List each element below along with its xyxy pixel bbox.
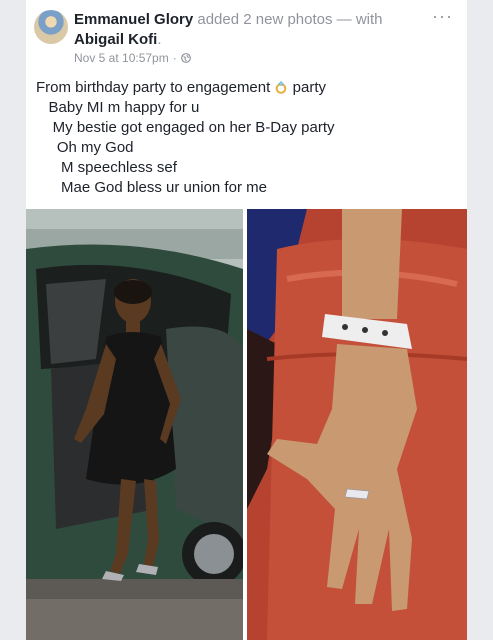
post-meta: Nov 5 at 10:57pm ·: [74, 51, 191, 65]
message-line-5: M speechless sef: [36, 159, 177, 176]
post-timestamp[interactable]: Nov 5 at 10:57pm: [74, 51, 169, 65]
more-options-icon[interactable]: ···: [432, 6, 453, 27]
photo-grid: [26, 209, 467, 640]
tagged-suffix: .: [157, 31, 162, 48]
message-line-2: Baby MI m happy for u: [36, 99, 200, 116]
author-avatar[interactable]: [34, 10, 68, 44]
photo-woman-car[interactable]: [26, 209, 243, 640]
photo-ring-hand[interactable]: [247, 209, 467, 640]
message-line-4: Oh my God: [36, 139, 134, 156]
post-headline: Emmanuel Glory added 2 new photos — with…: [74, 10, 434, 50]
message-line-1: From birthday party to engagement party: [36, 79, 326, 96]
globe-icon: [180, 53, 191, 63]
tagged-user-name[interactable]: Abigail Kofi: [74, 31, 157, 48]
meta-separator: ·: [172, 51, 177, 65]
post-message: From birthday party to engagement party …: [36, 78, 461, 198]
message-line-6: Mae God bless ur union for me: [36, 179, 267, 196]
author-name[interactable]: Emmanuel Glory: [74, 11, 193, 28]
post-header: Emmanuel Glory added 2 new photos — with…: [26, 0, 467, 70]
message-line-3: My bestie got engaged on her B-Day party: [36, 119, 335, 136]
ring-icon: [276, 81, 287, 94]
post-card: Emmanuel Glory added 2 new photos — with…: [26, 0, 467, 640]
post-action-text: added 2 new photos — with: [193, 11, 383, 28]
